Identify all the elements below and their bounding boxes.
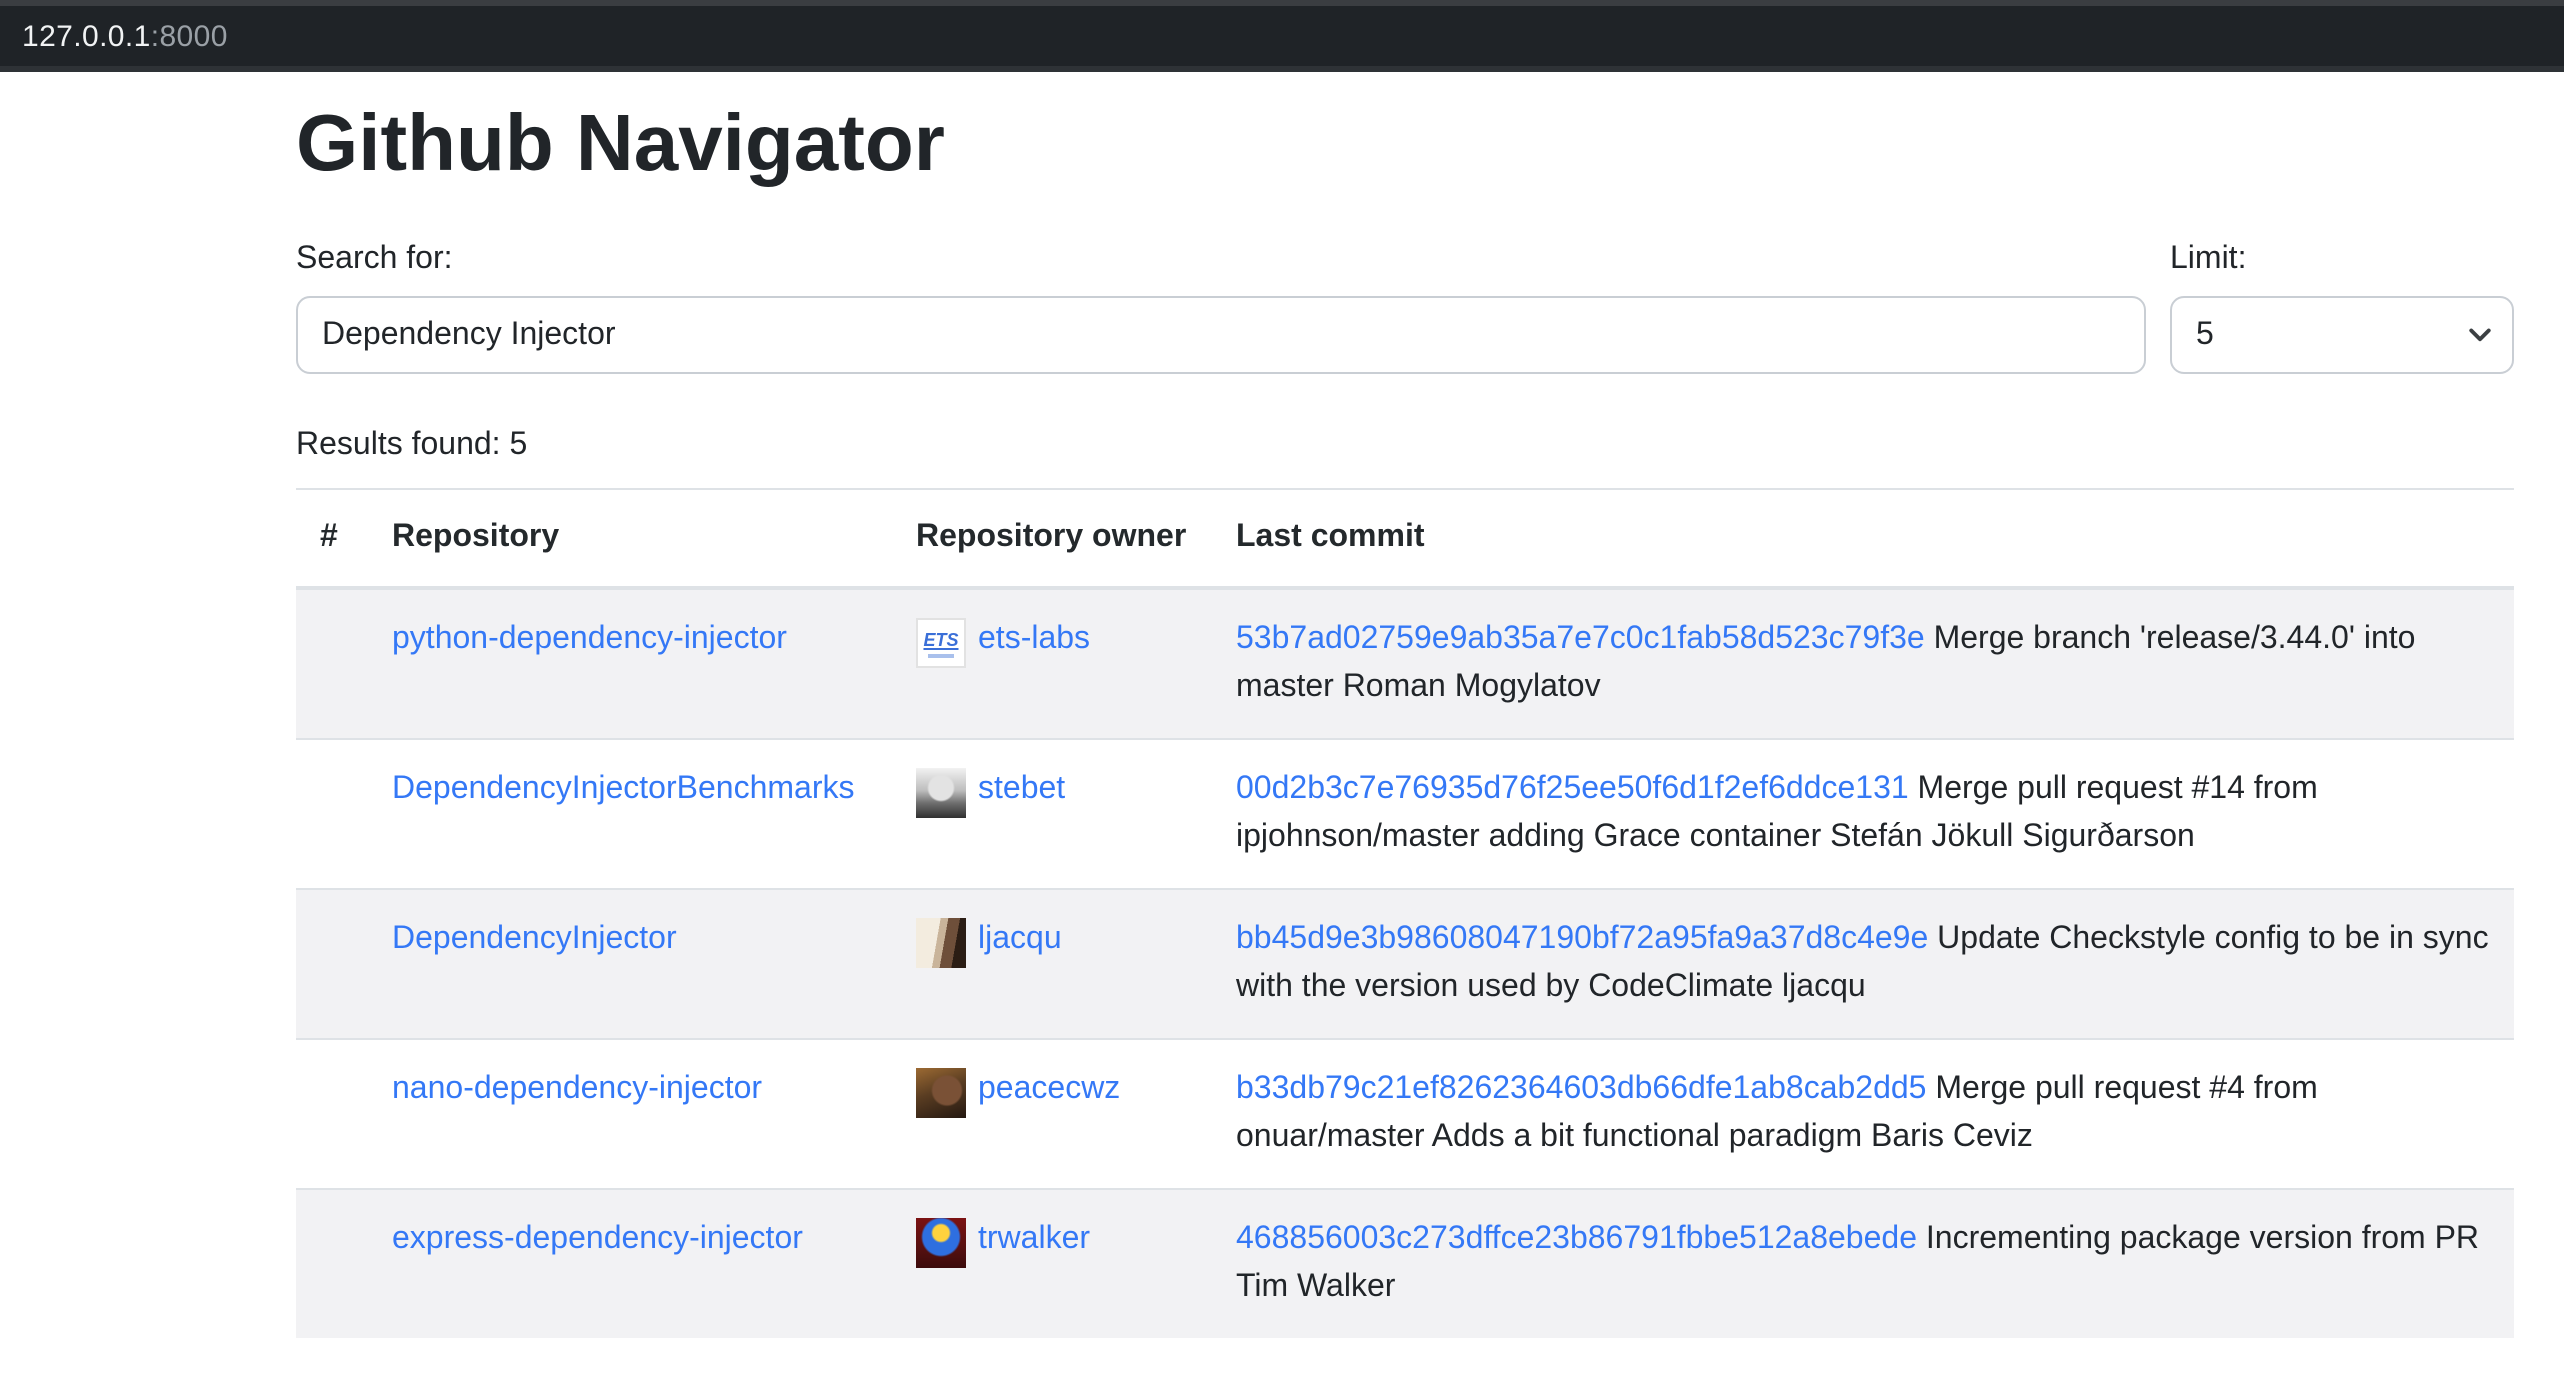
limit-column: Limit: 5 xyxy=(2170,236,2514,374)
limit-label: Limit: xyxy=(2170,236,2514,284)
owner-cell: trwalker xyxy=(892,1189,1212,1338)
header-repository-owner: Repository owner xyxy=(892,489,1212,588)
results-table-head: # Repository Repository owner Last commi… xyxy=(296,489,2514,588)
owner-wrap: peacecwz xyxy=(916,1066,1188,1118)
row-number-cell xyxy=(296,739,368,889)
results-table: # Repository Repository owner Last commi… xyxy=(296,488,2514,1338)
commit-cell: 468856003c273dffce23b86791fbbe512a8ebede… xyxy=(1212,1189,2514,1338)
owner-avatar xyxy=(916,918,966,968)
repository-cell: express-dependency-injector xyxy=(368,1189,892,1338)
owner-link[interactable]: stebet xyxy=(978,766,1065,814)
page-title: Github Navigator xyxy=(296,96,2514,192)
table-row: express-dependency-injector trwalker 468… xyxy=(296,1189,2514,1338)
row-number-cell xyxy=(296,889,368,1039)
repository-link[interactable]: nano-dependency-injector xyxy=(392,1072,762,1106)
address-port: :8000 xyxy=(151,19,228,53)
commit-cell: 53b7ad02759e9ab35a7e7c0c1fab58d523c79f3e… xyxy=(1212,588,2514,739)
repository-cell: python-dependency-injector xyxy=(368,588,892,739)
row-number-cell xyxy=(296,1039,368,1189)
repository-cell: DependencyInjectorBenchmarks xyxy=(368,739,892,889)
results-summary: Results found: 5 xyxy=(296,422,2514,470)
owner-cell: ljacqu xyxy=(892,889,1212,1039)
owner-wrap: ljacqu xyxy=(916,916,1188,968)
repository-link[interactable]: express-dependency-injector xyxy=(392,1222,803,1256)
commit-cell: 00d2b3c7e76935d76f25ee50f6d1f2ef6ddce131… xyxy=(1212,739,2514,889)
limit-select-wrap: 5 xyxy=(2170,296,2514,374)
commit-cell: b33db79c21ef8262364603db66dfe1ab8cab2dd5… xyxy=(1212,1039,2514,1189)
search-form: Search for: Limit: 5 xyxy=(296,236,2514,374)
commit-hash-link[interactable]: b33db79c21ef8262364603db66dfe1ab8cab2dd5 xyxy=(1236,1072,1926,1106)
owner-link[interactable]: peacecwz xyxy=(978,1066,1120,1114)
owner-avatar xyxy=(916,1068,966,1118)
owner-link[interactable]: trwalker xyxy=(978,1216,1090,1264)
commit-hash-link[interactable]: 53b7ad02759e9ab35a7e7c0c1fab58d523c79f3e xyxy=(1236,622,1925,656)
repository-cell: nano-dependency-injector xyxy=(368,1039,892,1189)
search-input[interactable] xyxy=(296,296,2146,374)
page-container: Github Navigator Search for: Limit: 5 Re… xyxy=(296,96,2514,1338)
browser-window: 127.0.0.1:8000 Github Navigator Search f… xyxy=(0,0,2564,1394)
table-row: DependencyInjectorBenchmarks stebet 00d2… xyxy=(296,739,2514,889)
owner-avatar xyxy=(916,1218,966,1268)
owner-avatar: ETS xyxy=(916,618,966,668)
avatar-label: ETS xyxy=(923,629,958,649)
commit-cell: bb45d9e3b98608047190bf72a95fa9a37d8c4e9e… xyxy=(1212,889,2514,1039)
search-label: Search for: xyxy=(296,236,2146,284)
address-host: 127.0.0.1 xyxy=(22,19,151,53)
row-number-cell xyxy=(296,588,368,739)
owner-wrap: ETS ets-labs xyxy=(916,616,1188,668)
repository-cell: DependencyInjector xyxy=(368,889,892,1039)
header-number: # xyxy=(296,489,368,588)
owner-link[interactable]: ljacqu xyxy=(978,916,1062,964)
results-table-body: python-dependency-injector ETS ets-labs … xyxy=(296,588,2514,1338)
commit-hash-link[interactable]: 468856003c273dffce23b86791fbbe512a8ebede xyxy=(1236,1222,1917,1256)
header-last-commit: Last commit xyxy=(1212,489,2514,588)
search-column: Search for: xyxy=(296,236,2146,374)
table-row: python-dependency-injector ETS ets-labs … xyxy=(296,588,2514,739)
owner-wrap: stebet xyxy=(916,766,1188,818)
commit-hash-link[interactable]: bb45d9e3b98608047190bf72a95fa9a37d8c4e9e xyxy=(1236,922,1928,956)
repository-link[interactable]: DependencyInjectorBenchmarks xyxy=(392,772,854,806)
browser-address-bar[interactable]: 127.0.0.1:8000 xyxy=(0,0,2564,72)
commit-hash-link[interactable]: 00d2b3c7e76935d76f25ee50f6d1f2ef6ddce131 xyxy=(1236,772,1909,806)
header-repository: Repository xyxy=(368,489,892,588)
owner-wrap: trwalker xyxy=(916,1216,1188,1268)
repository-link[interactable]: DependencyInjector xyxy=(392,922,677,956)
table-row: DependencyInjector ljacqu bb45d9e3b98608… xyxy=(296,889,2514,1039)
owner-link[interactable]: ets-labs xyxy=(978,616,1090,664)
table-row: nano-dependency-injector peacecwz b33db7… xyxy=(296,1039,2514,1189)
owner-cell: peacecwz xyxy=(892,1039,1212,1189)
owner-cell: stebet xyxy=(892,739,1212,889)
owner-cell: ETS ets-labs xyxy=(892,588,1212,739)
address-url: 127.0.0.1:8000 xyxy=(22,21,228,51)
limit-select[interactable]: 5 xyxy=(2170,296,2514,374)
repository-link[interactable]: python-dependency-injector xyxy=(392,622,787,656)
owner-avatar xyxy=(916,768,966,818)
row-number-cell xyxy=(296,1189,368,1338)
